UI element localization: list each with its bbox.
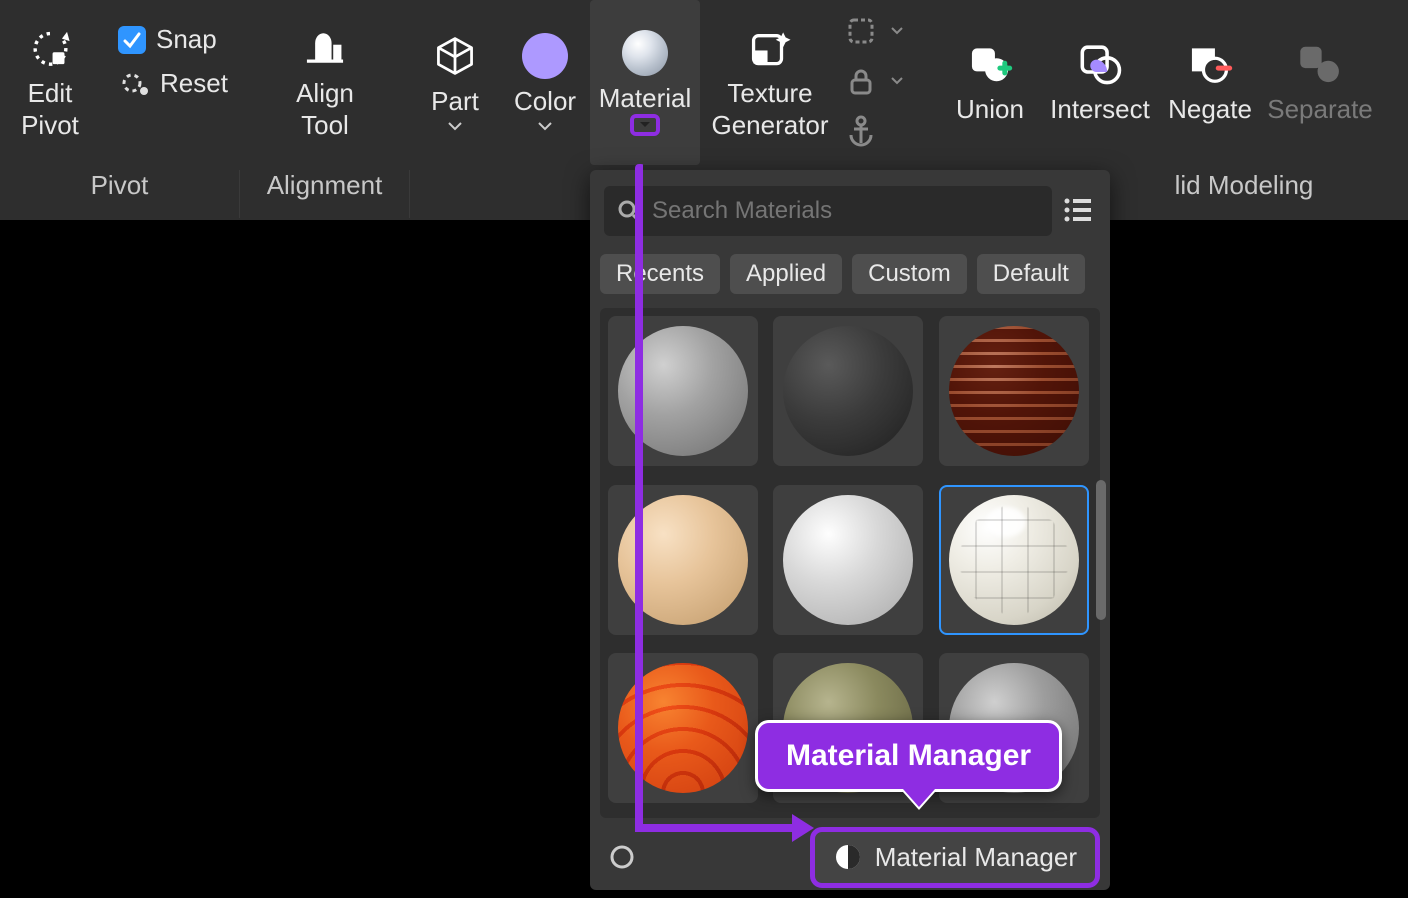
ribbon-row: Edit Pivot Snap Reset Align Tool: [0, 0, 1408, 170]
snap-reset-group: Snap Reset: [100, 0, 240, 170]
union-icon: [967, 41, 1013, 87]
material-manager-button[interactable]: Material Manager: [810, 827, 1100, 888]
material-swatch[interactable]: [773, 316, 923, 466]
intersect-label: Intersect: [1050, 93, 1150, 125]
anchor-tool-button[interactable]: [844, 114, 936, 148]
section-label-alignment: Alignment: [240, 170, 410, 218]
reset-label: Reset: [160, 68, 228, 99]
align-tool-label: Align Tool: [296, 77, 354, 141]
intersect-button[interactable]: Intersect: [1040, 0, 1160, 165]
checkbox-on-icon: [118, 26, 146, 54]
search-input[interactable]: [652, 197, 1040, 225]
guide-arrow-head: [792, 814, 814, 842]
texture-generator-icon: [747, 25, 793, 71]
snap-label: Snap: [156, 24, 217, 55]
caret-down-icon: [445, 119, 465, 133]
intersect-icon: [1077, 41, 1123, 87]
union-button[interactable]: Union: [940, 0, 1040, 165]
separate-button: Separate: [1260, 0, 1380, 165]
reset-button[interactable]: Reset: [118, 67, 222, 99]
material-swatch[interactable]: [939, 316, 1089, 466]
color-label: Color: [514, 85, 576, 117]
material-swatch-selected[interactable]: [939, 485, 1089, 635]
selection-tool-button[interactable]: [844, 14, 936, 48]
color-button[interactable]: Color: [500, 0, 590, 165]
material-swatch[interactable]: [608, 653, 758, 803]
filter-applied[interactable]: Applied: [730, 254, 842, 294]
negate-icon: [1187, 41, 1233, 87]
material-filter-row: Recents Applied Custom Default: [600, 242, 1100, 308]
caret-down-icon: [888, 22, 906, 40]
edit-pivot-icon: [27, 25, 73, 71]
lock-tool-button[interactable]: [844, 64, 936, 98]
material-swatch[interactable]: [773, 485, 923, 635]
material-button[interactable]: Material: [590, 0, 700, 165]
align-tool-icon: [302, 25, 348, 71]
texture-generator-label: Texture Generator: [711, 77, 828, 141]
selection-icon: [844, 14, 878, 48]
edit-pivot-label: Edit Pivot: [21, 77, 79, 141]
callout-tooltip: Material Manager: [755, 720, 1062, 792]
view-list-icon[interactable]: [1062, 194, 1096, 228]
union-label: Union: [956, 93, 1024, 125]
part-icon: [432, 33, 478, 79]
material-dropdown-caret[interactable]: [630, 114, 660, 136]
material-manager-icon: [833, 842, 863, 872]
snap-toggle[interactable]: Snap: [118, 24, 222, 55]
micro-tools-group: [840, 0, 940, 170]
material-swatch[interactable]: [608, 485, 758, 635]
filter-custom[interactable]: Custom: [852, 254, 967, 294]
material-manager-label: Material Manager: [875, 842, 1077, 873]
anchor-icon: [844, 114, 878, 148]
grid-scrollbar[interactable]: [1096, 480, 1106, 620]
material-swatch-icon: [622, 30, 668, 76]
separate-icon: [1297, 41, 1343, 87]
negate-label: Negate: [1168, 93, 1252, 125]
filter-default[interactable]: Default: [977, 254, 1085, 294]
part-label: Part: [431, 85, 479, 117]
color-swatch-icon: [522, 33, 568, 79]
lock-icon: [844, 64, 878, 98]
search-materials-field[interactable]: [604, 186, 1052, 236]
section-label-pivot: Pivot: [0, 170, 240, 218]
caret-down-icon: [535, 119, 555, 133]
filter-recents[interactable]: Recents: [600, 254, 720, 294]
material-label: Material: [599, 82, 691, 114]
material-swatch[interactable]: [608, 316, 758, 466]
negate-button[interactable]: Negate: [1160, 0, 1260, 165]
reset-icon: [118, 67, 150, 99]
part-button[interactable]: Part: [410, 0, 500, 165]
align-tool-button[interactable]: Align Tool: [240, 0, 410, 165]
generate-button[interactable]: [600, 843, 636, 871]
separate-label: Separate: [1267, 93, 1373, 125]
edit-pivot-button[interactable]: Edit Pivot: [0, 0, 100, 165]
guide-arrow-vertical: [635, 164, 645, 828]
caret-down-icon: [888, 72, 906, 90]
guide-arrow-horizontal: [635, 824, 795, 832]
texture-generator-button[interactable]: Texture Generator: [700, 0, 840, 165]
